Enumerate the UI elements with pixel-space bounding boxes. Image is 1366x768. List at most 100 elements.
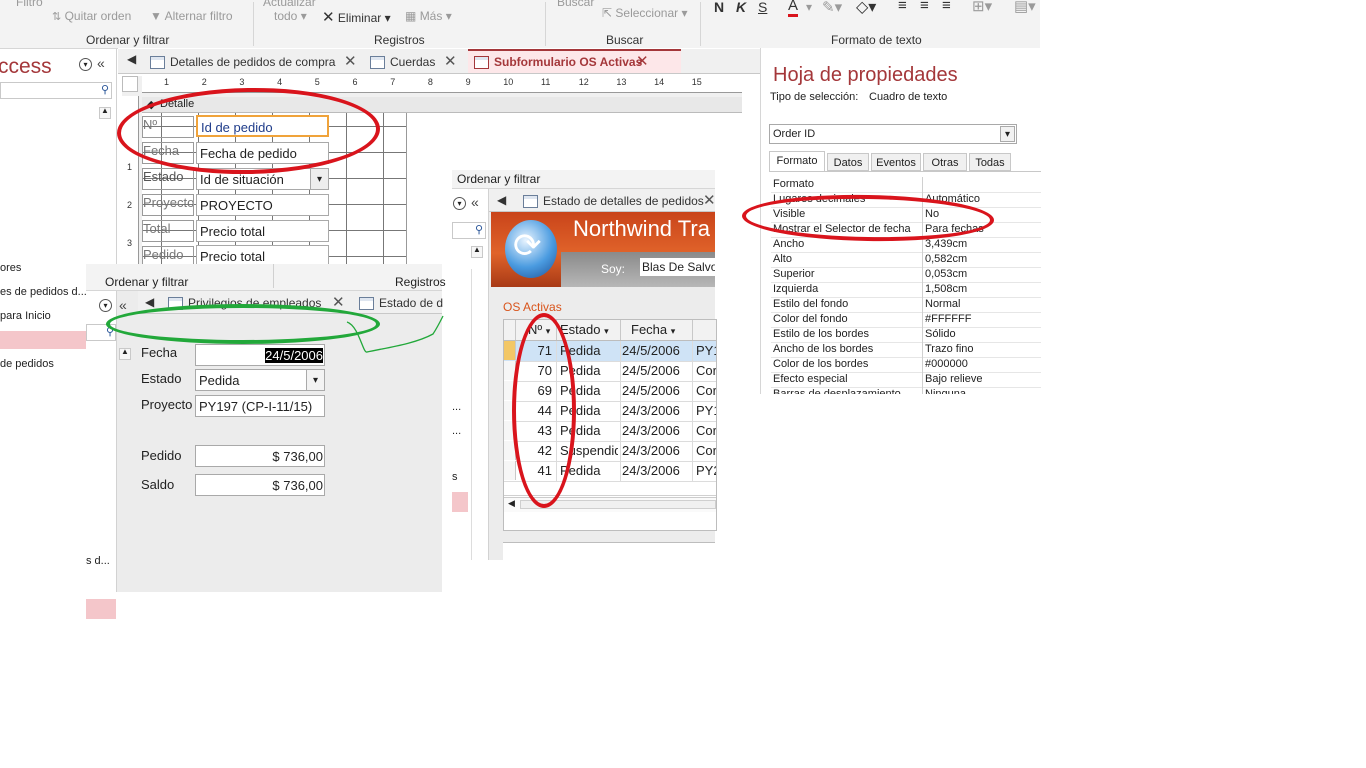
nav-options-chevron-icon[interactable]: ▾ xyxy=(79,58,92,71)
user-select[interactable]: Blas De Salvo xyxy=(640,258,715,276)
gridlines-icon[interactable]: ⊞▾ xyxy=(972,0,992,15)
property-row[interactable]: Color del fondo #FFFFFF xyxy=(771,312,1041,328)
close-tab-icon[interactable]: ✕ xyxy=(703,190,716,212)
cell-fecha[interactable]: 24/5/2006 xyxy=(622,343,690,358)
nav-fragment[interactable]: s xyxy=(452,471,458,483)
field-proyecto[interactable]: PROYECTO xyxy=(196,194,329,216)
property-tab-datos[interactable]: Datos xyxy=(827,153,869,171)
alt-row-color-icon[interactable]: ▤▾ xyxy=(1014,0,1036,15)
form-field-proyecto[interactable]: PY197 (CP-I-11/15) xyxy=(195,395,325,417)
nav-item[interactable]: de pedidos xyxy=(0,358,54,370)
property-row[interactable]: Estilo de los bordes Sólido xyxy=(771,327,1041,343)
property-row[interactable]: Superior 0,053cm xyxy=(771,267,1041,283)
tab-subformulario-os-activas[interactable]: Subformulario OS Activas ✕ xyxy=(468,49,681,73)
property-tab-otras[interactable]: Otras xyxy=(923,153,967,171)
close-tab-icon[interactable]: ✕ xyxy=(636,51,649,73)
italic-button[interactable]: K xyxy=(736,0,746,15)
record-selector[interactable] xyxy=(504,341,516,360)
cell-proyecto[interactable]: Cor xyxy=(696,423,716,438)
form-field-fecha[interactable]: 24/5/2006 xyxy=(195,344,325,366)
tab-detalles-pedidos[interactable]: Detalles de pedidos de compra ✕ xyxy=(144,51,386,73)
column-header-fecha[interactable]: Fecha ▾ xyxy=(631,322,675,337)
form-field-estado[interactable]: Pedida ▾ xyxy=(195,369,325,391)
cell-fecha[interactable]: 24/5/2006 xyxy=(622,363,690,378)
tab-estado-detalles-pedidos[interactable]: Estado de detalles de pedidos ✕ xyxy=(517,190,741,212)
property-row[interactable]: Barras de desplazamiento Ninguna xyxy=(771,387,1041,394)
property-row[interactable]: Color de los bordes #000000 xyxy=(771,357,1041,373)
nav-item[interactable]: s d... xyxy=(86,555,110,567)
column-header-estado[interactable]: Estado ▾ xyxy=(560,322,609,337)
nav-item[interactable]: ores xyxy=(0,262,21,274)
actualizar-button[interactable]: Actualizar xyxy=(263,0,316,9)
property-row[interactable]: Estilo del fondo Normal xyxy=(771,297,1041,313)
property-value[interactable]: 1,508cm xyxy=(925,283,1041,295)
label-total[interactable]: Total xyxy=(142,220,194,242)
cell-fecha[interactable]: 24/3/2006 xyxy=(622,423,690,438)
nav-options-chevron-icon[interactable]: ▾ xyxy=(99,299,112,312)
form-selector[interactable] xyxy=(122,76,138,92)
field-precio-total[interactable]: Precio total xyxy=(196,220,329,242)
tab-estado-de-d[interactable]: Estado de d xyxy=(353,292,468,314)
close-tab-icon[interactable]: ✕ xyxy=(444,51,457,73)
form-field-pedido[interactable]: $ 736,00 xyxy=(195,445,325,467)
property-row[interactable]: Izquierda 1,508cm xyxy=(771,282,1041,298)
property-tab-todas[interactable]: Todas xyxy=(969,153,1011,171)
cell-fecha[interactable]: 24/5/2006 xyxy=(622,383,690,398)
property-value[interactable]: #000000 xyxy=(925,358,1041,370)
nav-item[interactable]: es de pedidos d... xyxy=(0,286,87,298)
property-tab-eventos[interactable]: Eventos xyxy=(871,153,921,171)
highlight-icon[interactable]: ✎▾ xyxy=(822,0,842,16)
cell-proyecto[interactable]: PY1 xyxy=(696,343,716,358)
combo-dropdown-icon[interactable]: ▾ xyxy=(306,370,324,390)
bold-button[interactable]: N xyxy=(714,0,724,15)
seleccionar-button[interactable]: ⇱ Seleccionar ▾ xyxy=(602,6,687,20)
nav-scrollbar[interactable] xyxy=(471,269,484,560)
ellipsis-icon[interactable]: ... xyxy=(452,401,461,413)
nav-item-selected[interactable] xyxy=(452,492,468,512)
property-row[interactable]: Formato xyxy=(771,177,1041,193)
tab-scroll-left-icon[interactable]: ◀ xyxy=(497,193,506,207)
underline-button[interactable]: S xyxy=(758,0,767,15)
nav-options-chevron-icon[interactable]: ▾ xyxy=(453,197,466,210)
align-center-icon[interactable]: ≡ xyxy=(920,0,929,14)
scroll-up-icon[interactable]: ▲ xyxy=(471,245,483,258)
tab-scroll-left-icon[interactable]: ◀ xyxy=(145,295,154,309)
fill-color-icon[interactable]: ◇▾ xyxy=(856,0,876,17)
property-value[interactable]: Sólido xyxy=(925,328,1041,340)
property-value[interactable]: Ninguna xyxy=(925,388,1041,394)
form-field-saldo[interactable]: $ 736,00 xyxy=(195,474,325,496)
label-estado[interactable]: Estado xyxy=(142,168,194,190)
nav-scroll-up-icon[interactable]: ▲ xyxy=(99,106,111,119)
collapse-pane-icon[interactable]: « xyxy=(119,297,127,313)
property-row[interactable]: Alto 0,582cm xyxy=(771,252,1041,268)
property-value[interactable]: #FFFFFF xyxy=(925,313,1041,325)
cell-fecha[interactable]: 24/3/2006 xyxy=(622,463,690,478)
tab-scroll-left-icon[interactable]: ◀ xyxy=(127,52,136,66)
collapse-pane-icon[interactable]: « xyxy=(471,194,479,210)
combo-dropdown-icon[interactable]: ▾ xyxy=(310,169,328,189)
cell-fecha[interactable]: 24/3/2006 xyxy=(622,403,690,418)
align-left-icon[interactable]: ≡ xyxy=(898,0,907,14)
eliminar-button[interactable]: ✕ Eliminar ▾ xyxy=(322,8,391,26)
font-color-button[interactable]: A xyxy=(788,0,799,17)
close-tab-icon[interactable]: ✕ xyxy=(344,51,357,73)
scroll-up-icon[interactable]: ▲ xyxy=(119,347,131,360)
cell-proyecto[interactable]: PY2 xyxy=(696,463,716,478)
ellipsis-icon[interactable]: ... xyxy=(452,425,461,437)
label-proyecto[interactable]: Proyecto xyxy=(142,194,194,216)
align-right-icon[interactable]: ≡ xyxy=(942,0,951,14)
property-value[interactable]: 0,053cm xyxy=(925,268,1041,280)
font-color-dropdown-icon[interactable]: ▾ xyxy=(806,0,812,14)
select-all-corner[interactable] xyxy=(504,320,516,340)
nav-item[interactable]: para Inicio xyxy=(0,310,51,322)
nav-search-input[interactable]: ⚲ xyxy=(0,82,112,99)
nav-item-selected[interactable] xyxy=(86,599,116,619)
actualizar-todo-label[interactable]: todo ▾ xyxy=(274,9,307,23)
quitar-orden-button[interactable]: ⇅ Quitar orden xyxy=(52,9,131,23)
nav-search-input-3[interactable]: ⚲ xyxy=(452,222,486,239)
object-selector[interactable]: Order ID ▾ xyxy=(769,124,1017,144)
cell-fecha[interactable]: 24/3/2006 xyxy=(622,443,690,458)
collapse-pane-icon[interactable]: « xyxy=(97,55,105,71)
alternar-filtro-button[interactable]: ▼ Alternar filtro xyxy=(150,9,233,23)
property-tab-formato[interactable]: Formato xyxy=(769,151,825,171)
